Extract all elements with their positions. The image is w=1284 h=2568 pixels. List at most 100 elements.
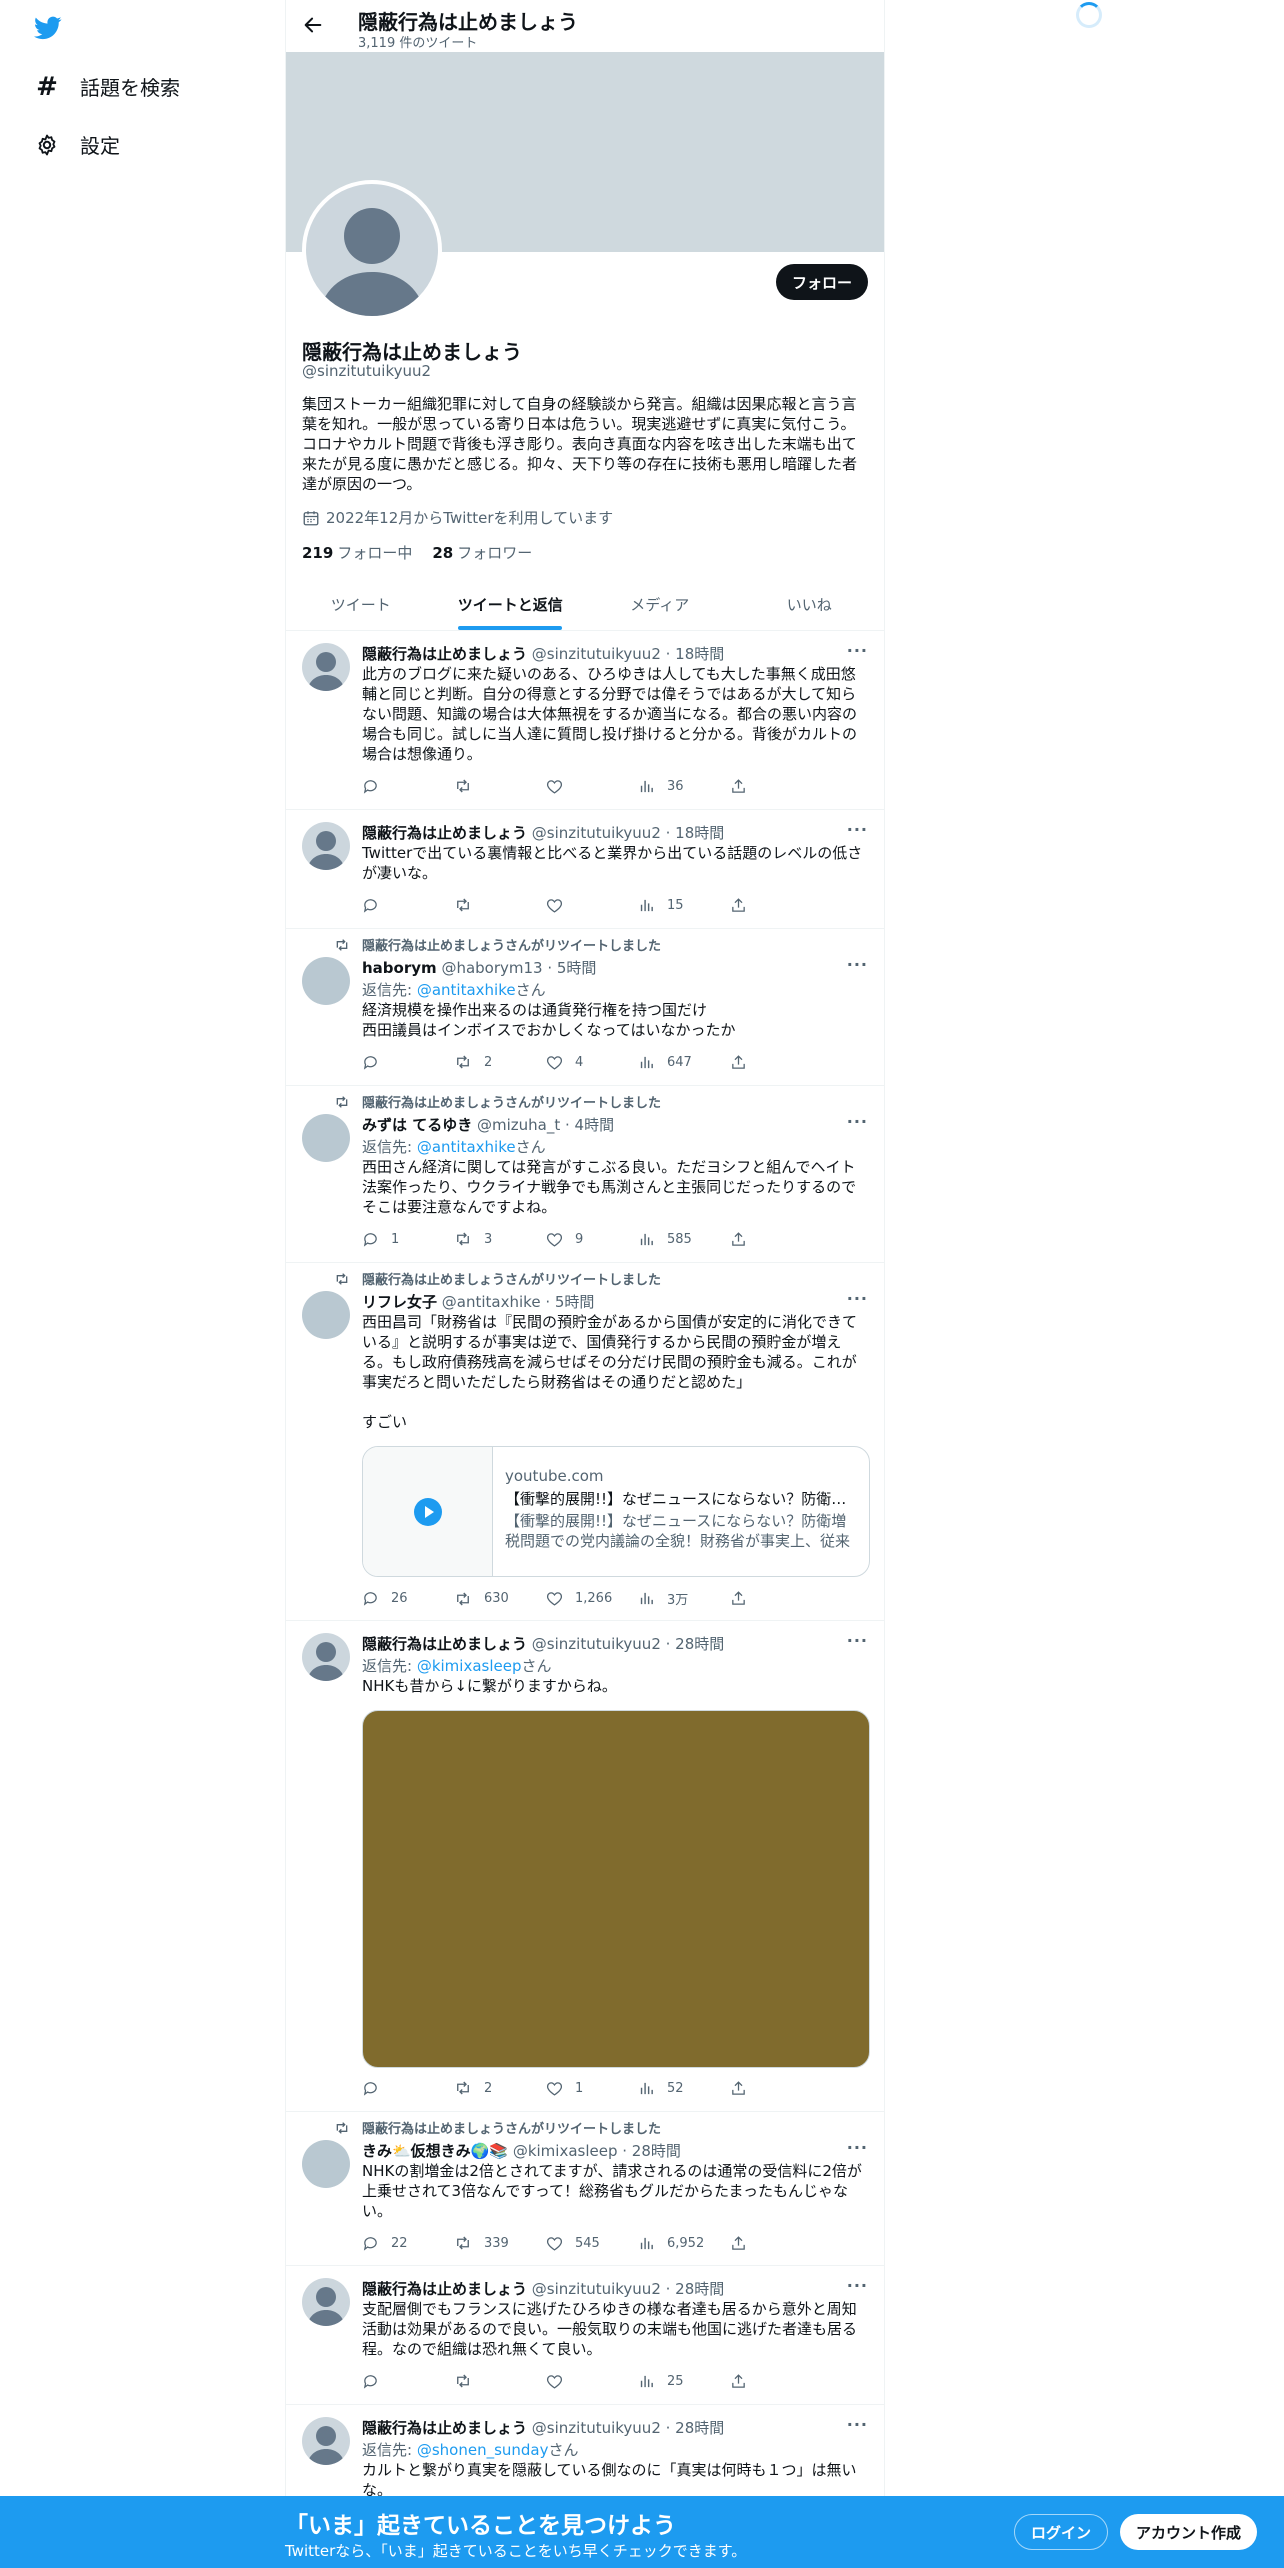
following-link[interactable]: 219 フォロー中 xyxy=(302,542,412,563)
reply-button[interactable]: 1 xyxy=(362,1230,454,1248)
retweet-indicator: 隠蔽行為は止めましょうさんがリツイートしました xyxy=(334,1269,661,1288)
more-options-icon[interactable]: ··· xyxy=(847,2276,868,2295)
tweet[interactable]: 隠蔽行為は止めましょうさんがリツイートしました haborym @haborym… xyxy=(286,929,884,1086)
views-button[interactable]: 25 xyxy=(638,2372,730,2390)
tweet-author-name[interactable]: きみ⛅仮想きみ🌍📚 xyxy=(362,2142,508,2160)
reply-button[interactable] xyxy=(362,896,454,914)
retweeted-by-text[interactable]: 隠蔽行為は止めましょうさんがリツイートしました xyxy=(362,1269,661,1288)
reply-to-handle[interactable]: @shonen_sunday xyxy=(417,2441,549,2459)
tweet[interactable]: 隠蔽行為は止めましょう @sinzitutuikyuu2 · 18時間 ··· … xyxy=(286,631,884,810)
reply-to-handle[interactable]: @antitaxhike xyxy=(417,1138,516,1156)
avatar[interactable] xyxy=(302,2417,350,2465)
tweet[interactable]: 隠蔽行為は止めましょうさんがリツイートしました みずは てるゆき @mizuha… xyxy=(286,1086,884,1263)
share-button[interactable] xyxy=(730,1053,760,1071)
tweet-author-name[interactable]: haborym xyxy=(362,959,437,977)
reply-to-handle[interactable]: @kimixasleep xyxy=(417,1657,522,1675)
tweet[interactable]: 隠蔽行為は止めましょうさんがリツイートしました きみ⛅仮想きみ🌍📚 @kimix… xyxy=(286,2112,884,2266)
profile-avatar[interactable] xyxy=(302,180,442,320)
tweet[interactable]: 隠蔽行為は止めましょう @sinzitutuikyuu2 · 18時間 ··· … xyxy=(286,810,884,929)
avatar[interactable] xyxy=(302,2278,350,2326)
retweeted-by-text[interactable]: 隠蔽行為は止めましょうさんがリツイートしました xyxy=(362,935,661,954)
retweet-button[interactable]: 2 xyxy=(454,2079,546,2097)
tweet-author-name[interactable]: 隠蔽行為は止めましょう xyxy=(362,824,527,842)
share-button[interactable] xyxy=(730,2372,760,2390)
like-button[interactable] xyxy=(546,777,638,795)
retweeted-by-text[interactable]: 隠蔽行為は止めましょうさんがリツイートしました xyxy=(362,1092,661,1111)
link-card[interactable]: youtube.com 【衝撃的展開!!】なぜニュースにならない？防衛増税問題で… xyxy=(362,1446,870,1577)
tab-likes[interactable]: いいね xyxy=(735,578,885,630)
followers-link[interactable]: 28 フォロワー xyxy=(432,542,532,563)
reply-to-handle[interactable]: @antitaxhike xyxy=(417,981,516,999)
views-button[interactable]: 3万 xyxy=(638,1589,730,1608)
avatar[interactable] xyxy=(302,1114,350,1162)
avatar[interactable] xyxy=(302,822,350,870)
like-button[interactable]: 1 xyxy=(546,2079,638,2097)
retweet-button[interactable] xyxy=(454,2372,546,2390)
retweet-button[interactable]: 339 xyxy=(454,2234,546,2252)
like-button[interactable] xyxy=(546,2372,638,2390)
follow-button[interactable]: フォロー xyxy=(775,264,868,300)
tweet-author-name[interactable]: 隠蔽行為は止めましょう xyxy=(362,2419,527,2437)
tweet-media-image[interactable] xyxy=(362,1710,870,2068)
reply-button[interactable] xyxy=(362,1053,454,1071)
tweet-author-name[interactable]: 隠蔽行為は止めましょう xyxy=(362,645,527,663)
share-button[interactable] xyxy=(730,2234,760,2252)
like-button[interactable]: 1,266 xyxy=(546,1589,638,1608)
reply-button[interactable] xyxy=(362,2079,454,2097)
views-button[interactable]: 585 xyxy=(638,1230,730,1248)
more-options-icon[interactable]: ··· xyxy=(847,641,868,660)
retweeted-by-text[interactable]: 隠蔽行為は止めましょうさんがリツイートしました xyxy=(362,2118,661,2137)
avatar[interactable] xyxy=(302,1291,350,1339)
share-button[interactable] xyxy=(730,1589,760,1608)
nav-settings[interactable]: 設定 xyxy=(34,130,120,159)
back-arrow-icon[interactable] xyxy=(302,14,324,36)
reply-button[interactable] xyxy=(362,777,454,795)
views-button[interactable]: 36 xyxy=(638,777,730,795)
like-button[interactable] xyxy=(546,896,638,914)
create-account-button[interactable]: アカウント作成 xyxy=(1120,2514,1258,2550)
login-button[interactable]: ログイン xyxy=(1014,2514,1109,2550)
tweet-author-name[interactable]: 隠蔽行為は止めましょう xyxy=(362,1635,527,1653)
nav-explore[interactable]: # 話題を検索 xyxy=(34,72,180,102)
tab-tweets-and-replies[interactable]: ツイートと返信 xyxy=(436,578,586,630)
reply-button[interactable]: 22 xyxy=(362,2234,454,2252)
retweet-button[interactable]: 2 xyxy=(454,1053,546,1071)
avatar[interactable] xyxy=(302,1633,350,1681)
like-button[interactable]: 9 xyxy=(546,1230,638,1248)
views-button[interactable]: 15 xyxy=(638,896,730,914)
tweet[interactable]: 隠蔽行為は止めましょう @sinzitutuikyuu2 · 28時間 ··· … xyxy=(286,2266,884,2405)
more-options-icon[interactable]: ··· xyxy=(847,820,868,839)
share-button[interactable] xyxy=(730,1230,760,1248)
share-button[interactable] xyxy=(730,777,760,795)
retweet-button[interactable] xyxy=(454,777,546,795)
share-button[interactable] xyxy=(730,896,760,914)
tweet-author-name[interactable]: みずは てるゆき xyxy=(362,1116,472,1134)
more-options-icon[interactable]: ··· xyxy=(847,1112,868,1131)
avatar[interactable] xyxy=(302,2140,350,2188)
tab-media[interactable]: メディア xyxy=(585,578,735,630)
more-options-icon[interactable]: ··· xyxy=(847,1289,868,1308)
like-button[interactable]: 545 xyxy=(546,2234,638,2252)
reply-button[interactable] xyxy=(362,2372,454,2390)
tweet-author-name[interactable]: 隠蔽行為は止めましょう xyxy=(362,2280,527,2298)
tweet-author-name[interactable]: リフレ女子 xyxy=(362,1293,437,1311)
retweet-button[interactable]: 3 xyxy=(454,1230,546,1248)
views-button[interactable]: 6,952 xyxy=(638,2234,730,2252)
more-options-icon[interactable]: ··· xyxy=(847,1631,868,1650)
tweet[interactable]: 隠蔽行為は止めましょう @sinzitutuikyuu2 · 28時間 ··· … xyxy=(286,1621,884,2112)
twitter-logo-icon[interactable] xyxy=(32,14,64,42)
retweet-button[interactable]: 630 xyxy=(454,1589,546,1608)
retweet-button[interactable] xyxy=(454,896,546,914)
reply-button[interactable]: 26 xyxy=(362,1589,454,1608)
avatar[interactable] xyxy=(302,957,350,1005)
more-options-icon[interactable]: ··· xyxy=(847,2138,868,2157)
like-button[interactable]: 4 xyxy=(546,1053,638,1071)
share-button[interactable] xyxy=(730,2079,760,2097)
views-button[interactable]: 52 xyxy=(638,2079,730,2097)
more-options-icon[interactable]: ··· xyxy=(847,2415,868,2434)
more-options-icon[interactable]: ··· xyxy=(847,955,868,974)
avatar[interactable] xyxy=(302,643,350,691)
views-button[interactable]: 647 xyxy=(638,1053,730,1071)
tweet[interactable]: 隠蔽行為は止めましょうさんがリツイートしました リフレ女子 @antitaxhi… xyxy=(286,1263,884,1621)
tab-tweets[interactable]: ツイート xyxy=(286,578,436,630)
